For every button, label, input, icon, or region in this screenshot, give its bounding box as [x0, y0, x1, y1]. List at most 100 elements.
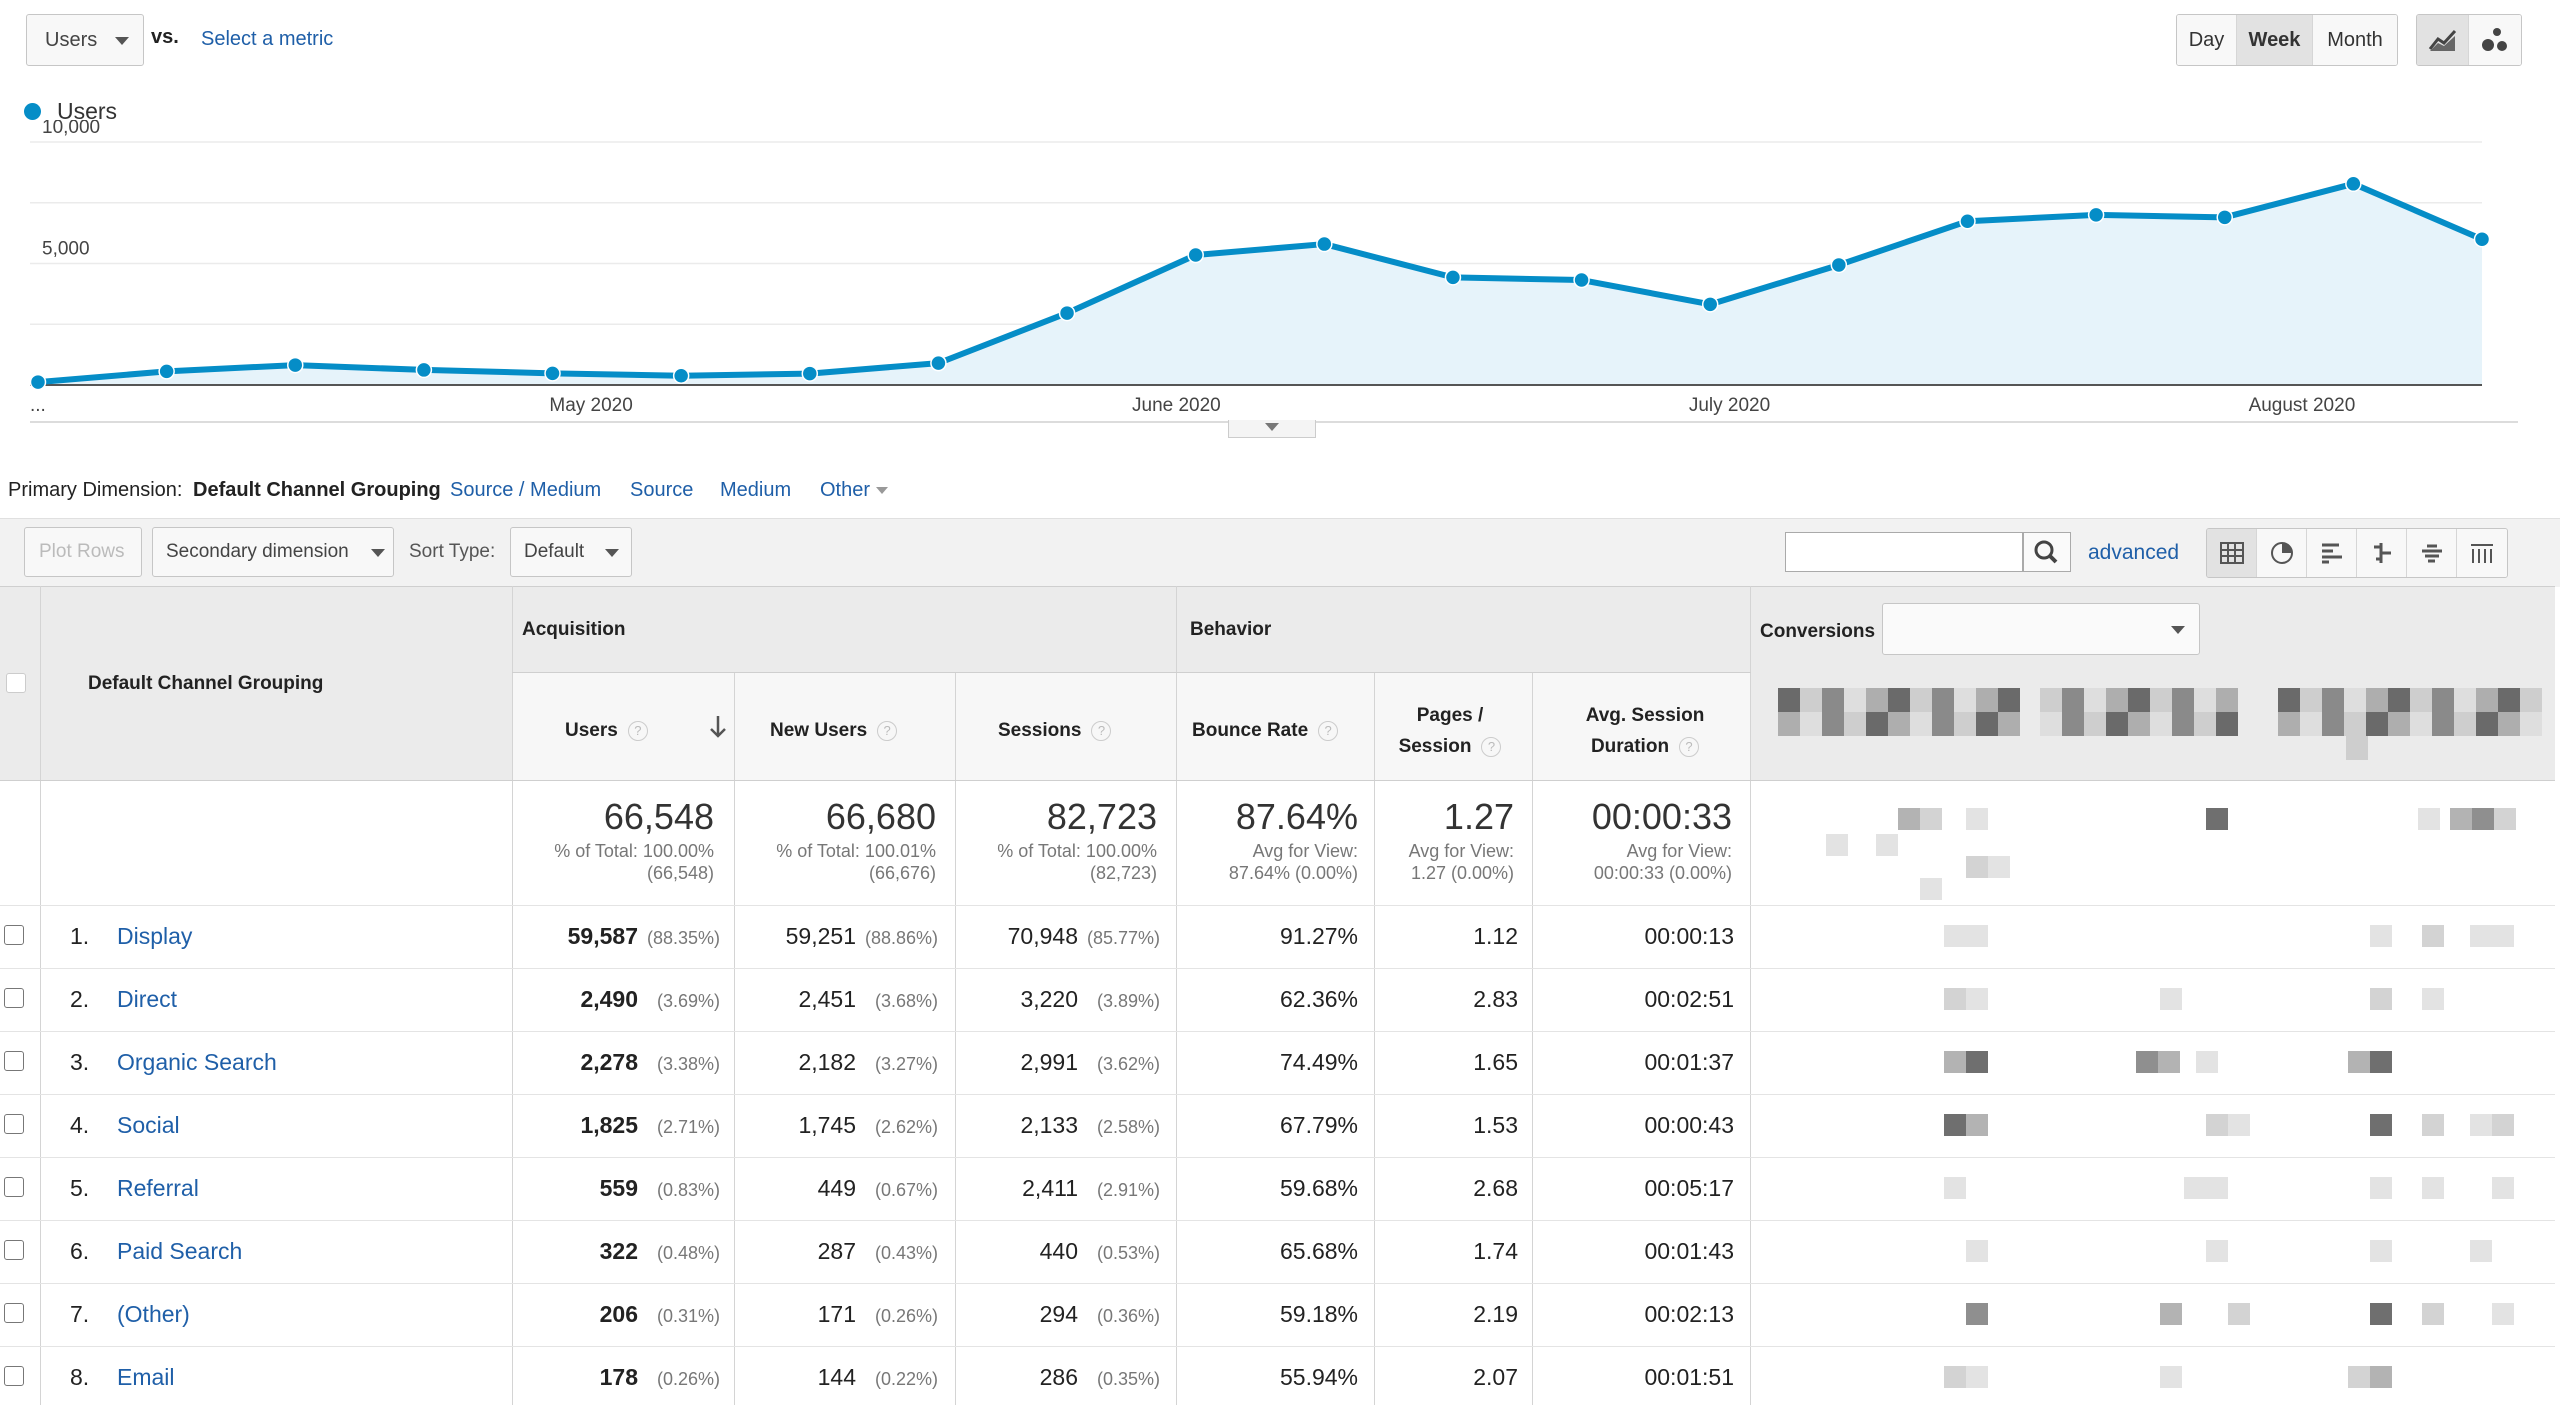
- channel-link[interactable]: Referral: [117, 1175, 199, 1202]
- line-chart-button[interactable]: [2417, 15, 2469, 65]
- total-pages-value: 1.27 (0.00%): [1410, 863, 1514, 883]
- sessions-column-header[interactable]: Sessions?: [998, 720, 1112, 742]
- redacted-block: [1800, 712, 1822, 736]
- help-icon[interactable]: ?: [877, 720, 898, 741]
- metric-value: 559: [599, 1175, 638, 1201]
- metric-cell: 559 (0.83%): [520, 1175, 720, 1202]
- period-month-button[interactable]: Month: [2313, 15, 2397, 65]
- redacted-block: [2370, 988, 2392, 1010]
- data-point: [2087, 206, 2105, 224]
- dimension-column-header[interactable]: Default Channel Grouping: [88, 673, 323, 695]
- dimension-medium[interactable]: Medium: [720, 479, 791, 502]
- period-toggle: Day Week Month: [2176, 14, 2398, 66]
- redacted-block: [2492, 1114, 2514, 1136]
- row-checkbox[interactable]: [4, 1051, 24, 1071]
- row-checkbox[interactable]: [4, 1303, 24, 1323]
- help-icon[interactable]: ?: [627, 720, 648, 741]
- view-performance-button[interactable]: [2307, 529, 2357, 577]
- metric-cell: 178 (0.26%): [520, 1364, 720, 1391]
- redacted-block: [2228, 1303, 2250, 1325]
- metric-percent: (3.89%): [1096, 991, 1160, 1011]
- new-users-column-header[interactable]: New Users?: [770, 720, 898, 742]
- row-checkbox[interactable]: [4, 1240, 24, 1260]
- redacted-block: [2520, 712, 2542, 736]
- users-chart[interactable]: 10,000 5,000... May 2020 June 2020 July 2020…: [0, 120, 2560, 460]
- data-point: [1701, 296, 1719, 313]
- redacted-block: [2040, 712, 2062, 736]
- metric-percent: (88.35%): [646, 928, 720, 948]
- channel-link[interactable]: Paid Search: [117, 1238, 242, 1265]
- channel-link[interactable]: Direct: [117, 986, 177, 1013]
- dimension-other[interactable]: Other: [820, 479, 888, 502]
- channel-link[interactable]: Organic Search: [117, 1049, 277, 1076]
- avg-duration-cell: 00:01:51: [1644, 1364, 1734, 1390]
- channel-link[interactable]: Email: [117, 1364, 175, 1391]
- view-term-cloud-button[interactable]: [2407, 529, 2457, 577]
- period-week-button[interactable]: Week: [2237, 15, 2313, 65]
- redacted-block: [2370, 1051, 2392, 1073]
- view-percentage-button[interactable]: [2257, 529, 2307, 577]
- redacted-block: [1966, 988, 1988, 1010]
- dimension-source[interactable]: Source: [630, 479, 693, 502]
- row-checkbox[interactable]: [4, 1114, 24, 1134]
- chevron-down-icon: [876, 487, 888, 494]
- select-all-checkbox[interactable]: [6, 673, 26, 693]
- sort-type-dropdown[interactable]: Default: [510, 527, 632, 577]
- row-checkbox[interactable]: [4, 925, 24, 945]
- channel-link[interactable]: Display: [117, 923, 192, 950]
- help-icon[interactable]: ?: [1318, 720, 1339, 741]
- metric-value: 449: [817, 1175, 856, 1201]
- legend-dot: [24, 103, 41, 120]
- view-pivot-button[interactable]: [2457, 529, 2507, 577]
- advanced-filter-link[interactable]: advanced: [2088, 541, 2179, 565]
- dimension-source-medium[interactable]: Source / Medium: [450, 479, 601, 502]
- bounce-rate-column-header[interactable]: Bounce Rate?: [1192, 720, 1339, 742]
- metric-percent: (2.91%): [1096, 1180, 1160, 1200]
- chart-resize-handle[interactable]: [1228, 420, 1316, 438]
- help-icon[interactable]: ?: [1679, 736, 1700, 757]
- avg-duration-cell: 00:00:43: [1644, 1112, 1734, 1138]
- metric-value: 294: [1039, 1301, 1078, 1327]
- bounce-rate-cell: 59.68%: [1279, 1175, 1358, 1201]
- table-search-input[interactable]: [1785, 532, 2023, 572]
- total-users-pct: % of Total: 100.00%: [554, 841, 714, 861]
- period-day-button[interactable]: Day: [2177, 15, 2237, 65]
- metric-cell: 3,220 (3.89%): [960, 986, 1160, 1013]
- row-checkbox[interactable]: [4, 988, 24, 1008]
- conversions-goal-dropdown[interactable]: [1882, 603, 2200, 655]
- help-icon[interactable]: ?: [1091, 720, 1112, 741]
- avg-duration-column-header[interactable]: Avg. Session Duration?: [1560, 700, 1730, 762]
- channel-link[interactable]: (Other): [117, 1301, 190, 1328]
- redacted-block: [2370, 1114, 2392, 1136]
- metric-dropdown[interactable]: Users: [26, 14, 144, 66]
- pages-session-cell: 2.83: [1473, 986, 1518, 1012]
- channel-link[interactable]: Social: [117, 1112, 180, 1139]
- pages-session-label-2: Session: [1398, 736, 1472, 757]
- select-metric-link[interactable]: Select a metric: [201, 28, 333, 51]
- redacted-block: [2106, 712, 2128, 736]
- secondary-dimension-dropdown[interactable]: Secondary dimension: [152, 527, 394, 577]
- pages-session-column-header[interactable]: Pages / Session?: [1370, 700, 1530, 762]
- row-checkbox[interactable]: [4, 1366, 24, 1386]
- sort-descending-icon[interactable]: [708, 714, 728, 740]
- x-tick-label: August 2020: [2249, 395, 2356, 416]
- metric-percent: (0.43%): [874, 1243, 938, 1263]
- view-data-button[interactable]: [2207, 529, 2257, 577]
- table-search-button[interactable]: [2023, 532, 2071, 572]
- plot-rows-button[interactable]: Plot Rows: [24, 527, 142, 577]
- data-point: [801, 365, 819, 382]
- pages-session-label-1: Pages /: [1416, 705, 1484, 726]
- pages-session-cell: 1.12: [1473, 923, 1518, 949]
- metric-cell: 59,587 (88.35%): [520, 923, 720, 950]
- users-column-header[interactable]: Users?: [565, 720, 648, 742]
- motion-chart-button[interactable]: [2469, 15, 2521, 65]
- redacted-block: [1944, 925, 1966, 947]
- redacted-block: [2498, 688, 2520, 712]
- view-comparison-button[interactable]: [2357, 529, 2407, 577]
- help-icon[interactable]: ?: [1481, 736, 1502, 757]
- row-checkbox[interactable]: [4, 1177, 24, 1197]
- data-point: [1187, 246, 1204, 264]
- vs-label: vs.: [151, 26, 179, 48]
- redacted-block: [2418, 808, 2440, 830]
- data-point: [29, 373, 47, 391]
